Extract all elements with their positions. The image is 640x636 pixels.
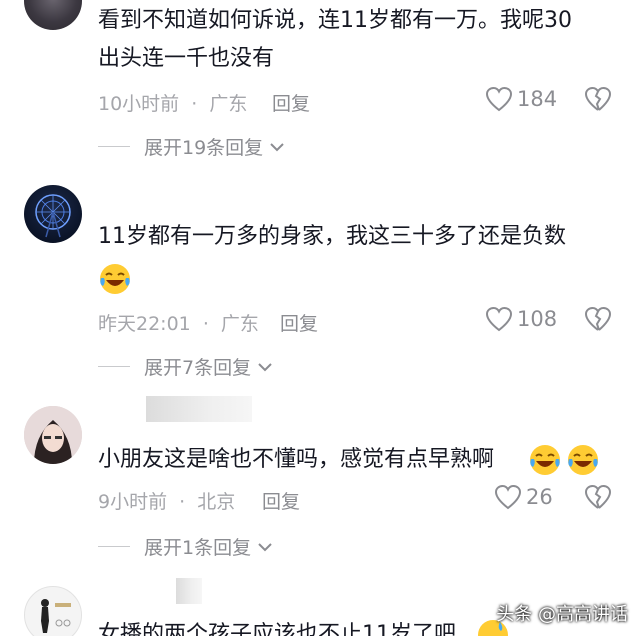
comment-meta: 10小时前 · 广东 xyxy=(98,89,247,116)
heart-icon xyxy=(485,306,513,332)
expand-label: 展开1条回复 xyxy=(144,537,252,559)
person-portrait-icon xyxy=(24,406,82,464)
laughing-tears-emoji-icon xyxy=(100,264,130,294)
expand-divider xyxy=(98,366,130,367)
expand-replies-button[interactable]: 展开1条回复 xyxy=(98,533,273,560)
comment-meta: 9小时前 · 北京 xyxy=(98,487,235,514)
chevron-down-icon xyxy=(270,142,284,151)
dislike-button[interactable] xyxy=(584,86,612,116)
meta-separator: · xyxy=(202,313,209,335)
comment-time: 9小时前 xyxy=(98,491,168,513)
expand-label: 展开19条回复 xyxy=(144,137,264,159)
broken-heart-icon xyxy=(584,484,612,509)
commenter-avatar[interactable] xyxy=(24,406,82,464)
heart-icon xyxy=(494,484,522,510)
comment-location: 广东 xyxy=(209,93,248,115)
reply-button[interactable]: 回复 xyxy=(272,89,310,116)
username-redacted xyxy=(146,396,252,422)
reply-button[interactable]: 回复 xyxy=(280,309,318,336)
like-button[interactable]: 184 xyxy=(485,86,557,112)
dislike-button[interactable] xyxy=(584,484,612,514)
comment-text-line: 11岁都有一万多的身家，我这三十多了还是负数 xyxy=(98,224,566,249)
comment-text-line: 看到不知道如何诉说，连11岁都有一万。我呢30 xyxy=(98,8,572,33)
expand-label: 展开7条回复 xyxy=(144,357,252,379)
comment-time: 昨天22:01 xyxy=(98,313,191,335)
expand-divider xyxy=(98,546,130,547)
comment-meta: 昨天22:01 · 广东 xyxy=(98,309,259,336)
chevron-down-icon xyxy=(258,542,272,551)
commenter-avatar[interactable] xyxy=(24,586,82,636)
expand-divider xyxy=(98,146,130,147)
like-count: 26 xyxy=(526,485,553,509)
comment-time: 10小时前 xyxy=(98,93,180,115)
reply-button[interactable]: 回复 xyxy=(262,487,300,514)
comment-text-line: 小朋友这是啥也不懂吗，感觉有点早熟啊 xyxy=(98,447,495,472)
comment-text-line: 女播的两个孩子应该也不止11岁了吧 xyxy=(98,622,456,636)
comment-text-line: 出头连一千也没有 xyxy=(98,46,275,71)
broken-heart-icon xyxy=(584,86,612,111)
comment-location: 广东 xyxy=(220,313,259,335)
comment-location: 北京 xyxy=(197,491,236,513)
heart-icon xyxy=(485,86,513,112)
commenter-avatar[interactable] xyxy=(24,0,82,30)
commenter-avatar[interactable] xyxy=(24,185,82,243)
like-button[interactable]: 108 xyxy=(485,306,557,332)
laughing-tears-emoji-icon xyxy=(568,445,598,475)
person-figure-icon xyxy=(41,599,71,633)
expand-replies-button[interactable]: 展开7条回复 xyxy=(98,353,273,380)
like-count: 184 xyxy=(517,87,558,111)
like-count: 108 xyxy=(517,307,558,331)
meta-separator: · xyxy=(179,491,186,513)
watermark: 头条 @高高讲话 xyxy=(496,604,628,625)
meta-separator: · xyxy=(191,93,198,115)
laughing-tears-emoji-icon xyxy=(530,445,560,475)
expand-replies-button[interactable]: 展开19条回复 xyxy=(98,133,285,160)
like-button[interactable]: 26 xyxy=(494,484,553,510)
ferris-wheel-icon xyxy=(35,194,71,238)
dislike-button[interactable] xyxy=(584,306,612,336)
username-redacted xyxy=(176,578,202,604)
chevron-down-icon xyxy=(258,362,272,371)
broken-heart-icon xyxy=(584,306,612,331)
